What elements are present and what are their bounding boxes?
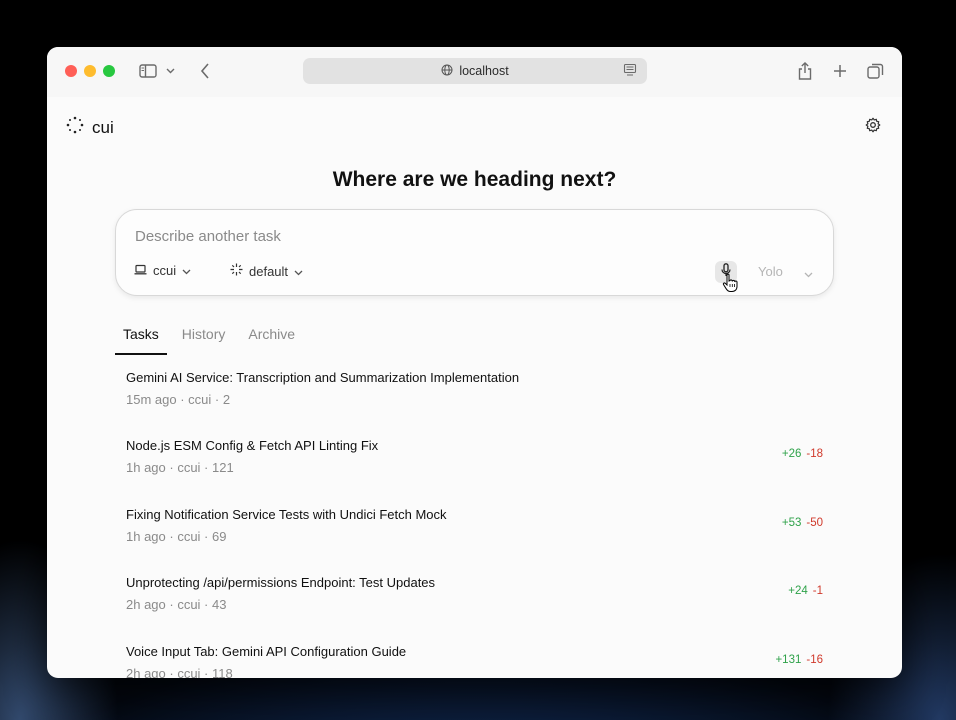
chevron-down-icon[interactable] bbox=[804, 265, 813, 283]
app-logo[interactable]: cui bbox=[66, 116, 114, 139]
task-item[interactable]: Unprotecting /api/permissions Endpoint: … bbox=[126, 575, 826, 625]
additions-count: +131 bbox=[775, 654, 802, 666]
tab-overview-icon[interactable] bbox=[864, 60, 886, 82]
task-meta: 1h ago · ccui · 121 bbox=[126, 460, 234, 475]
pointer-hand-cursor-icon bbox=[722, 273, 738, 298]
settings-gear-icon[interactable] bbox=[863, 115, 883, 135]
deletions-count: -50 bbox=[806, 517, 823, 529]
laptop-icon bbox=[134, 263, 147, 278]
additions-count: +53 bbox=[781, 517, 802, 529]
model-selector[interactable]: default bbox=[230, 263, 303, 279]
deletions-count: -16 bbox=[806, 654, 823, 666]
mode-selector-label[interactable]: Yolo bbox=[758, 264, 783, 279]
task-title: Voice Input Tab: Gemini API Configuratio… bbox=[126, 644, 407, 659]
url-text: localhost bbox=[459, 64, 509, 78]
reader-mode-icon[interactable] bbox=[623, 63, 637, 80]
chevron-down-icon[interactable] bbox=[163, 60, 177, 82]
project-selector[interactable]: ccui bbox=[134, 263, 191, 278]
model-name: default bbox=[249, 263, 289, 279]
sidebar-toggle-icon[interactable] bbox=[137, 60, 159, 82]
back-arrow-icon[interactable] bbox=[194, 60, 216, 82]
task-input[interactable] bbox=[135, 228, 695, 245]
project-name: ccui bbox=[153, 263, 177, 278]
task-meta: 1h ago · ccui · 69 bbox=[126, 529, 227, 544]
diff-stats: +26 -18 bbox=[782, 448, 823, 460]
share-icon[interactable] bbox=[794, 60, 816, 82]
task-title: Unprotecting /api/permissions Endpoint: … bbox=[126, 575, 436, 590]
deletions-count: -1 bbox=[812, 585, 823, 597]
deletions-count: -18 bbox=[806, 448, 823, 460]
tab-archive[interactable]: Archive bbox=[240, 325, 303, 355]
tab-history[interactable]: History bbox=[174, 325, 234, 355]
task-item[interactable]: Fixing Notification Service Tests with U… bbox=[126, 507, 826, 557]
app-name: cui bbox=[92, 117, 114, 137]
close-window-button[interactable] bbox=[65, 65, 77, 77]
task-title: Fixing Notification Service Tests with U… bbox=[126, 507, 447, 522]
task-meta: 15m ago · ccui · 2 bbox=[126, 392, 231, 407]
address-bar[interactable]: localhost bbox=[303, 58, 647, 84]
additions-count: +24 bbox=[788, 585, 808, 597]
task-meta: 2h ago · ccui · 43 bbox=[126, 597, 227, 612]
chevron-down-icon bbox=[182, 263, 191, 278]
task-meta: 2h ago · ccui · 118 bbox=[126, 666, 233, 678]
sparkle-icon bbox=[230, 263, 243, 279]
task-item[interactable]: Voice Input Tab: Gemini API Configuratio… bbox=[126, 644, 826, 678]
diff-stats: +53 -50 bbox=[782, 517, 823, 529]
chevron-down-icon bbox=[294, 264, 303, 279]
globe-icon bbox=[441, 64, 453, 79]
maximize-window-button[interactable] bbox=[103, 65, 115, 77]
additions-count: +26 bbox=[781, 448, 802, 460]
page-heading: Where are we heading next? bbox=[332, 168, 617, 191]
sparkle-logo-icon bbox=[66, 116, 84, 139]
tab-tasks[interactable]: Tasks bbox=[115, 325, 167, 355]
browser-toolbar: localhost bbox=[47, 47, 902, 97]
task-composer: ccui default bbox=[115, 209, 834, 296]
minimize-window-button[interactable] bbox=[84, 65, 96, 77]
diff-stats: +131 -16 bbox=[775, 654, 823, 666]
browser-window: localhost cui Where are we heading next?… bbox=[47, 47, 902, 678]
task-title: Gemini AI Service: Transcription and Sum… bbox=[126, 370, 520, 385]
task-tabs: Tasks History Archive bbox=[115, 325, 834, 355]
new-tab-icon[interactable] bbox=[829, 60, 851, 82]
task-item[interactable]: Gemini AI Service: Transcription and Sum… bbox=[126, 370, 826, 420]
task-title: Node.js ESM Config & Fetch API Linting F… bbox=[126, 438, 379, 453]
task-item[interactable]: Node.js ESM Config & Fetch API Linting F… bbox=[126, 438, 826, 488]
diff-stats: +24 -1 bbox=[788, 585, 823, 597]
